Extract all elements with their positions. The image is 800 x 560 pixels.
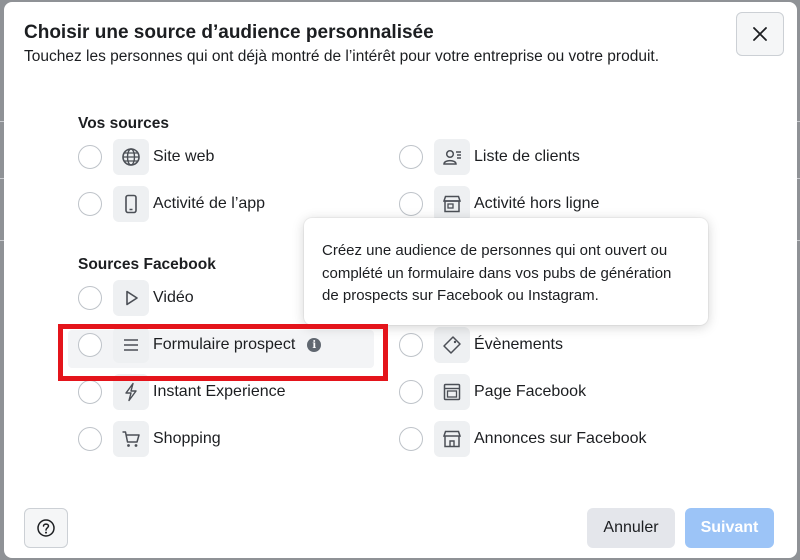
option-label: Site web bbox=[153, 148, 215, 165]
help-icon bbox=[36, 518, 56, 538]
option-label: Annonces sur Facebook bbox=[474, 430, 647, 447]
option-label: Formulaire prospect bbox=[153, 336, 296, 353]
radio-button[interactable] bbox=[399, 427, 423, 451]
lightning-icon bbox=[113, 374, 149, 410]
option-events[interactable]: Évènements bbox=[399, 325, 563, 365]
radio-button[interactable] bbox=[78, 380, 102, 404]
option-label: Vidéo bbox=[153, 289, 194, 306]
radio-button[interactable] bbox=[399, 192, 423, 216]
offline-store-icon bbox=[434, 186, 470, 222]
option-label: Activité hors ligne bbox=[474, 195, 600, 212]
option-shopping[interactable]: Shopping bbox=[78, 419, 221, 459]
close-icon bbox=[752, 26, 768, 42]
globe-icon bbox=[113, 139, 149, 175]
option-label: Évènements bbox=[474, 336, 563, 353]
option-facebook-listings[interactable]: Annonces sur Facebook bbox=[399, 419, 647, 459]
play-icon bbox=[113, 280, 149, 316]
storefront-icon bbox=[434, 421, 470, 457]
close-button[interactable] bbox=[736, 12, 784, 56]
section-title-facebook-sources: Sources Facebook bbox=[78, 256, 216, 273]
info-icon[interactable]: i bbox=[307, 338, 322, 352]
option-app-activity[interactable]: Activité de l’app bbox=[78, 184, 265, 224]
radio-button[interactable] bbox=[78, 286, 102, 310]
radio-button[interactable] bbox=[399, 145, 423, 169]
radio-button[interactable] bbox=[399, 380, 423, 404]
mobile-app-icon bbox=[113, 186, 149, 222]
option-label: Shopping bbox=[153, 430, 221, 447]
radio-button[interactable] bbox=[78, 427, 102, 451]
option-label: Page Facebook bbox=[474, 383, 587, 400]
cancel-button[interactable]: Annuler bbox=[587, 508, 675, 548]
dialog-title: Choisir une source d’audience personnali… bbox=[24, 22, 434, 43]
form-lines-icon bbox=[113, 327, 149, 363]
option-facebook-page[interactable]: Page Facebook bbox=[399, 372, 586, 412]
section-title-your-sources: Vos sources bbox=[78, 115, 170, 132]
option-video[interactable]: Vidéo bbox=[78, 278, 194, 318]
customer-list-icon bbox=[434, 139, 470, 175]
option-lead-form[interactable]: Formulaire prospect i bbox=[78, 325, 322, 365]
custom-audience-source-dialog: Choisir une source d’audience personnali… bbox=[4, 2, 797, 558]
option-customer-list[interactable]: Liste de clients bbox=[399, 137, 580, 177]
dialog-subtitle: Touchez les personnes qui ont déjà montr… bbox=[24, 48, 660, 65]
next-button[interactable]: Suivant bbox=[685, 508, 774, 548]
option-label: Liste de clients bbox=[474, 148, 580, 165]
help-button[interactable] bbox=[24, 508, 68, 548]
cart-icon bbox=[113, 421, 149, 457]
radio-button[interactable] bbox=[78, 192, 102, 216]
lead-form-tooltip: Créez une audience de personnes qui ont … bbox=[304, 218, 708, 325]
page-icon bbox=[434, 374, 470, 410]
radio-button[interactable] bbox=[78, 145, 102, 169]
option-website[interactable]: Site web bbox=[78, 137, 214, 177]
option-label: Activité de l’app bbox=[153, 195, 266, 212]
option-instant-experience[interactable]: Instant Experience bbox=[78, 372, 286, 412]
option-label: Instant Experience bbox=[153, 383, 286, 400]
radio-button[interactable] bbox=[399, 333, 423, 357]
radio-button[interactable] bbox=[78, 333, 102, 357]
ticket-icon bbox=[434, 327, 470, 363]
